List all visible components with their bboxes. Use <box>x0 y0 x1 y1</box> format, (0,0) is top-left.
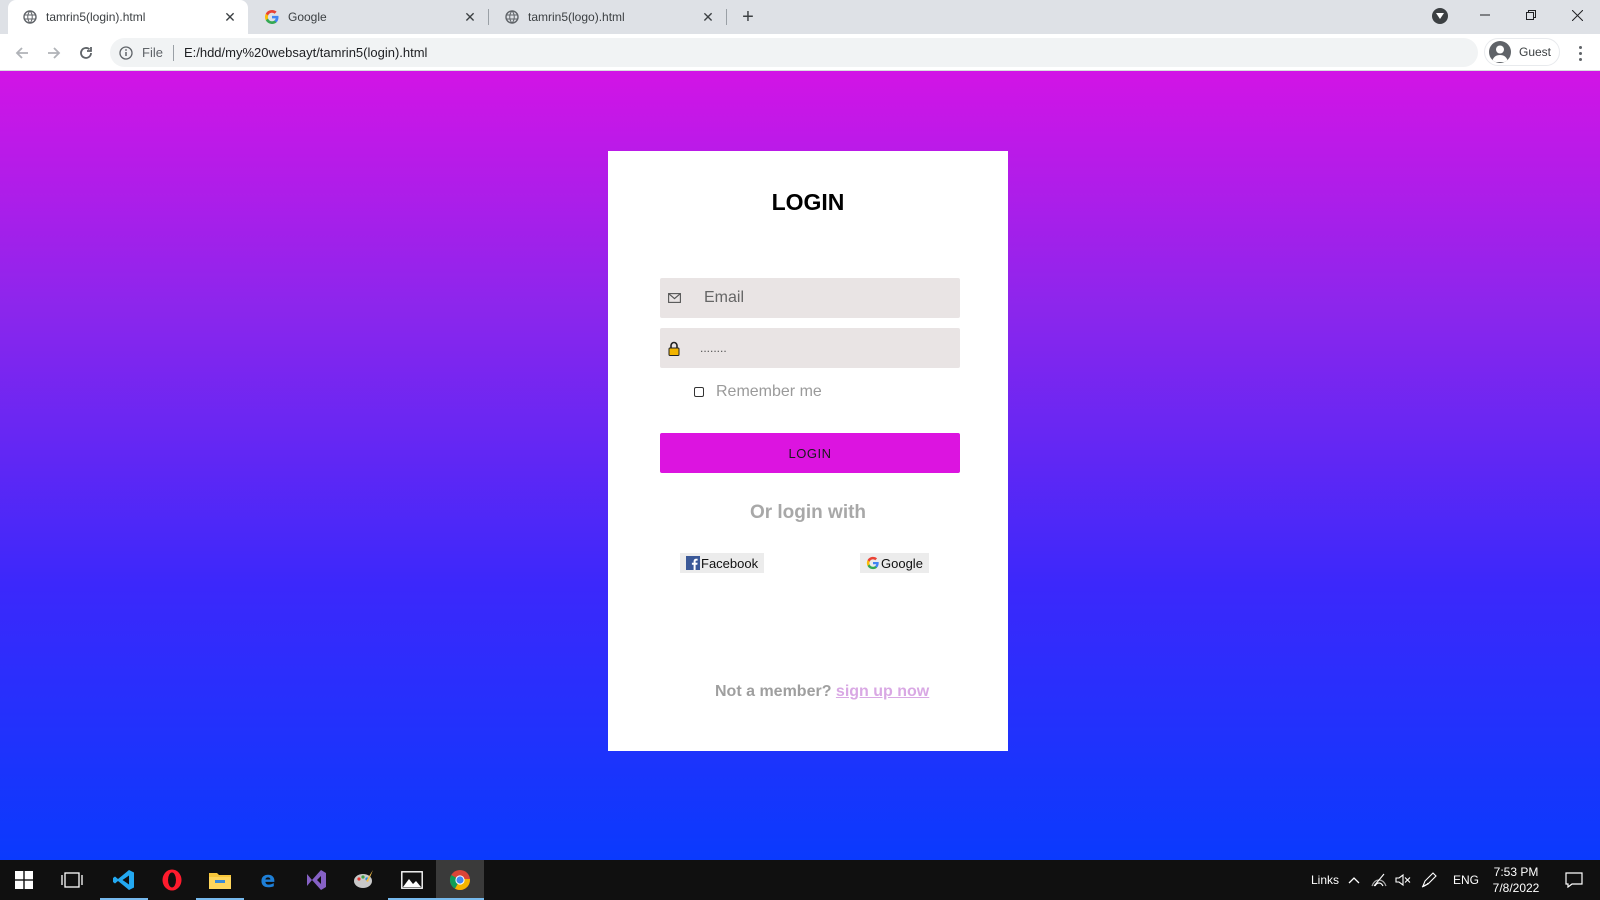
tab-divider <box>726 9 727 25</box>
browser-tab-strip: tamrin5(login).html ✕ Google ✕ tamrin5(l… <box>0 0 1600 34</box>
page-title: LOGIN <box>771 189 845 215</box>
info-icon[interactable] <box>118 45 134 61</box>
tab-label: tamrin5(logo).html <box>528 10 625 24</box>
avatar-icon <box>1489 41 1511 63</box>
tab-login[interactable]: tamrin5(login).html ✕ <box>8 0 248 34</box>
clock-date: 7/8/2022 <box>1492 881 1540 895</box>
close-icon[interactable]: ✕ <box>460 7 480 27</box>
menu-icon[interactable] <box>1570 39 1590 67</box>
new-tab-button[interactable]: + <box>736 5 760 29</box>
windows-taskbar: e Links ENG 7:53 PM 7/8/2022 <box>0 860 1600 900</box>
task-view-icon <box>61 872 83 888</box>
arrow-right-icon <box>48 47 61 59</box>
links-toolbar-label[interactable]: Links <box>1311 873 1339 887</box>
envelope-icon <box>666 290 682 306</box>
language-indicator[interactable]: ENG <box>1453 873 1479 887</box>
system-clock[interactable]: 7:53 PM 7/8/2022 <box>1480 864 1552 896</box>
profile-label: Guest <box>1519 45 1552 59</box>
windows-logo-icon <box>15 871 33 889</box>
signup-prompt: Not a member? sign up now <box>608 683 1008 701</box>
edge-taskbar-icon[interactable]: e <box>244 860 292 900</box>
profile-button[interactable]: Guest <box>1484 38 1560 66</box>
forward-button[interactable] <box>40 39 68 67</box>
email-field[interactable] <box>660 278 960 318</box>
arrow-left-icon <box>15 47 28 59</box>
network-icon[interactable] <box>1366 860 1392 900</box>
task-view-button[interactable] <box>48 860 96 900</box>
google-icon <box>264 9 280 25</box>
tab-logo[interactable]: tamrin5(logo).html ✕ <box>490 0 726 34</box>
reload-icon <box>80 47 92 59</box>
remember-me[interactable]: Remember me <box>694 383 822 401</box>
globe-icon <box>504 9 520 25</box>
window-close-button[interactable] <box>1554 0 1600 30</box>
volume-muted-icon[interactable] <box>1390 860 1416 900</box>
password-field[interactable]: ........ <box>660 328 960 368</box>
tab-divider <box>488 9 489 25</box>
minimize-icon <box>1480 14 1490 16</box>
address-bar[interactable]: File E:/hdd/my%20websayt/tamrin5(login).… <box>110 38 1478 67</box>
facebook-login-button[interactable]: Facebook <box>680 553 765 573</box>
vscode-taskbar-icon[interactable] <box>100 860 148 900</box>
remember-label: Remember me <box>716 383 822 400</box>
notification-icon[interactable] <box>1556 860 1592 900</box>
close-icon[interactable]: ✕ <box>698 7 718 27</box>
or-login-with-label: Or login with <box>749 502 867 523</box>
tab-label: tamrin5(login).html <box>46 10 146 24</box>
photos-taskbar-icon[interactable] <box>388 860 436 900</box>
start-button[interactable] <box>0 860 48 900</box>
password-input[interactable]: ........ <box>700 341 727 355</box>
svg-text:e: e <box>261 869 276 891</box>
remember-checkbox[interactable] <box>694 387 704 397</box>
not-member-text: Not a member? <box>715 683 832 700</box>
google-label: Google <box>881 555 923 571</box>
opera-taskbar-icon[interactable] <box>148 860 196 900</box>
reload-button[interactable] <box>72 39 100 67</box>
browser-toolbar: File E:/hdd/my%20websayt/tamrin5(login).… <box>0 34 1600 71</box>
facebook-label: Facebook <box>701 555 759 571</box>
restore-icon <box>1526 10 1536 20</box>
login-button[interactable]: LOGIN <box>660 433 960 473</box>
chevron-up-icon[interactable] <box>1340 860 1368 900</box>
url-text: E:/hdd/my%20websayt/tamrin5(login).html <box>183 45 428 60</box>
signup-link[interactable]: sign up now <box>836 683 929 700</box>
lock-icon <box>666 340 682 356</box>
tab-search-button[interactable] <box>1432 8 1448 24</box>
email-input[interactable] <box>704 289 944 307</box>
globe-icon <box>22 9 38 25</box>
close-icon <box>1571 9 1583 21</box>
minimize-button[interactable] <box>1462 0 1508 30</box>
pen-icon[interactable] <box>1416 860 1442 900</box>
close-icon[interactable]: ✕ <box>220 7 240 27</box>
tab-label: Google <box>288 10 327 24</box>
clock-time: 7:53 PM <box>1493 865 1539 879</box>
scheme-label: File <box>142 45 163 60</box>
google-icon <box>866 556 880 570</box>
paint-taskbar-icon[interactable] <box>340 860 388 900</box>
tab-google[interactable]: Google ✕ <box>250 0 488 34</box>
divider <box>172 44 174 61</box>
page-viewport: LOGIN ........ Remember me LOGIN Or logi… <box>0 71 1600 860</box>
chevron-down-icon <box>1436 13 1444 19</box>
facebook-icon <box>686 556 700 570</box>
file-explorer-taskbar-icon[interactable] <box>196 860 244 900</box>
login-card: LOGIN ........ Remember me LOGIN Or logi… <box>608 151 1008 751</box>
google-login-button[interactable]: Google <box>860 553 929 573</box>
chrome-taskbar-icon[interactable] <box>436 860 484 900</box>
restore-button[interactable] <box>1508 0 1554 30</box>
visual-studio-taskbar-icon[interactable] <box>292 860 340 900</box>
back-button[interactable] <box>8 39 36 67</box>
